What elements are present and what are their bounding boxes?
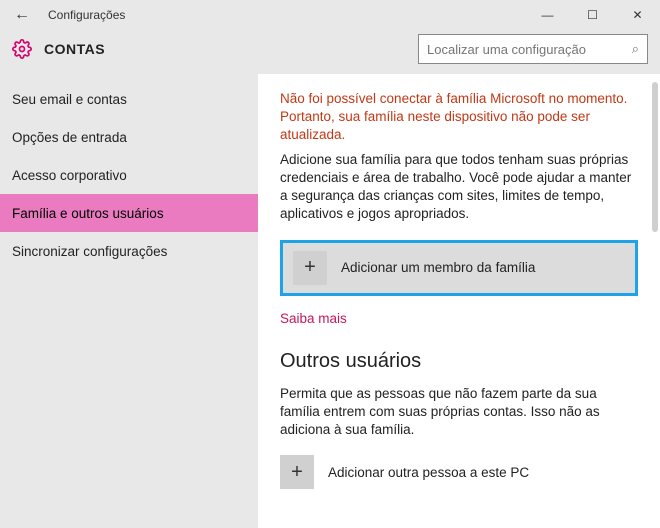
other-users-description: Permita que as pessoas que não fazem par…	[280, 385, 638, 440]
sidebar-item-label: Família e outros usuários	[12, 206, 164, 221]
search-icon: ⌕	[632, 41, 639, 57]
add-other-user-button[interactable]: + Adicionar outra pessoa a este PC	[280, 455, 638, 489]
sidebar-item-sync[interactable]: Sincronizar configurações	[0, 232, 258, 270]
content: Não foi possível conectar à família Micr…	[258, 74, 660, 528]
sidebar-item-email[interactable]: Seu email e contas	[0, 80, 258, 118]
search-input[interactable]	[427, 42, 632, 57]
sidebar-item-label: Seu email e contas	[12, 92, 127, 107]
titlebar: ← Configurações — ☐ ✕	[0, 0, 660, 30]
add-other-label: Adicionar outra pessoa a este PC	[328, 465, 529, 480]
maximize-button[interactable]: ☐	[570, 0, 615, 30]
plus-icon: +	[280, 455, 314, 489]
add-family-member-button[interactable]: + Adicionar um membro da família	[280, 240, 638, 296]
window-title: Configurações	[48, 8, 125, 22]
window-controls: — ☐ ✕	[525, 0, 660, 30]
gear-icon	[12, 39, 32, 59]
family-description: Adicione sua família para que todos tenh…	[280, 151, 638, 224]
sidebar-item-label: Acesso corporativo	[12, 168, 127, 183]
plus-icon: +	[293, 251, 327, 285]
sidebar-item-label: Sincronizar configurações	[12, 244, 167, 259]
sidebar-item-signin[interactable]: Opções de entrada	[0, 118, 258, 156]
sidebar: Seu email e contas Opções de entrada Ace…	[0, 74, 258, 528]
sidebar-item-family[interactable]: Família e outros usuários	[0, 194, 258, 232]
search-box[interactable]: ⌕	[418, 34, 648, 64]
learn-more-link[interactable]: Saiba mais	[280, 311, 347, 326]
sidebar-item-label: Opções de entrada	[12, 130, 127, 145]
back-button[interactable]: ←	[8, 1, 36, 29]
error-message: Não foi possível conectar à família Micr…	[280, 90, 638, 145]
sidebar-item-work[interactable]: Acesso corporativo	[0, 156, 258, 194]
page-title: CONTAS	[44, 41, 105, 57]
header: CONTAS ⌕	[0, 30, 660, 74]
minimize-button[interactable]: —	[525, 0, 570, 30]
other-users-heading: Outros usuários	[280, 350, 638, 373]
add-family-label: Adicionar um membro da família	[341, 260, 535, 275]
close-button[interactable]: ✕	[615, 0, 660, 30]
